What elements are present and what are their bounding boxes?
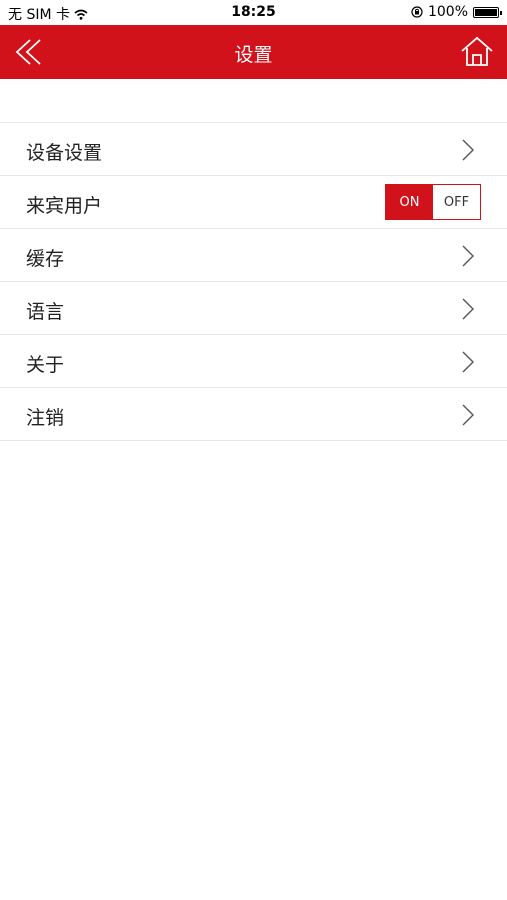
home-icon <box>461 36 493 66</box>
settings-item-label: 设备设置 <box>26 142 103 164</box>
chevron-right-icon <box>462 351 474 373</box>
chevron-right-icon <box>462 404 474 426</box>
toggle-off-option[interactable]: OFF <box>433 185 480 219</box>
guest-user-toggle[interactable]: ON OFF <box>385 184 481 220</box>
battery-percent: 100% <box>427 4 468 20</box>
chevron-right-icon <box>462 298 474 320</box>
settings-item-language[interactable]: 语言 <box>0 282 507 335</box>
settings-item-device[interactable]: 设备设置 <box>0 123 507 176</box>
nav-bar: 设置 <box>0 25 507 79</box>
chevron-right-icon <box>462 245 474 267</box>
page-title: 设置 <box>234 44 273 66</box>
home-button[interactable] <box>459 34 495 70</box>
settings-item-about[interactable]: 关于 <box>0 335 507 388</box>
settings-item-cache[interactable]: 缓存 <box>0 229 507 282</box>
chevron-right-icon <box>462 139 474 161</box>
settings-item-label: 关于 <box>26 354 65 376</box>
settings-item-label: 语言 <box>26 301 65 323</box>
settings-item-label: 缓存 <box>26 248 65 270</box>
battery-fill <box>475 8 497 16</box>
toggle-on-option[interactable]: ON <box>386 185 433 219</box>
settings-list: 设备设置 来宾用户 ON OFF 缓存 语言 关于 注销 <box>0 122 507 441</box>
orientation-lock-icon <box>411 6 423 18</box>
settings-item-logout[interactable]: 注销 <box>0 388 507 441</box>
settings-item-label: 来宾用户 <box>26 195 103 217</box>
status-bar: 无 SIM 卡 18:25 100% <box>0 0 507 25</box>
status-right: 100% <box>411 4 502 20</box>
settings-item-label: 注销 <box>26 407 65 429</box>
battery-icon <box>473 6 502 18</box>
settings-item-guest-user: 来宾用户 ON OFF <box>0 176 507 229</box>
